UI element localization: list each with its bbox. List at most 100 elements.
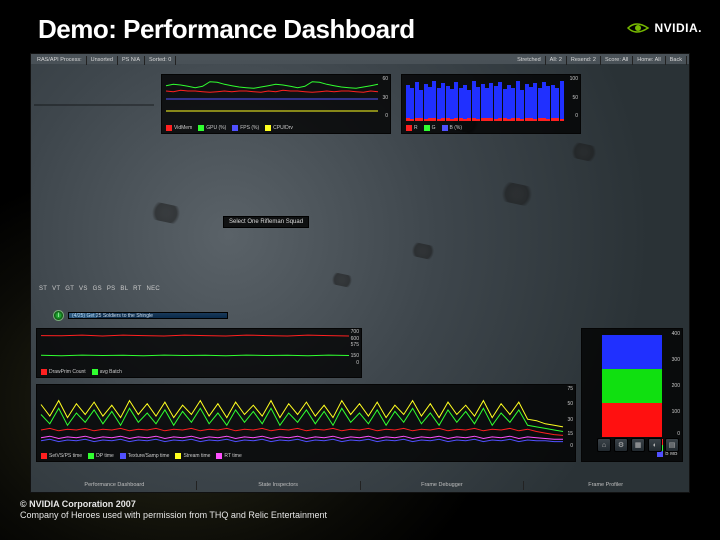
- legend-label: R: [414, 125, 418, 131]
- ytick: 0: [356, 360, 359, 366]
- bar: [516, 81, 520, 121]
- topbar-item[interactable]: PS N/A: [118, 56, 145, 65]
- ytick: 30: [382, 95, 388, 101]
- swatch-icon: [175, 453, 181, 459]
- topbar-item[interactable]: All: 2: [546, 56, 567, 65]
- bar: [424, 84, 428, 121]
- chart-lines: [37, 329, 363, 367]
- attribution: Company of Heroes used with permission f…: [20, 510, 327, 522]
- bar: [450, 89, 454, 121]
- bar: [472, 81, 476, 121]
- ytick: 60: [382, 76, 388, 82]
- bar: [441, 118, 445, 121]
- nvidia-eye-icon: [626, 20, 650, 36]
- perf-panel-vidmem: 60 30 0 VidMem GPU (%) FPS (%) CPU/Drv: [161, 74, 391, 134]
- red-bar: [602, 403, 662, 437]
- bottom-tab[interactable]: Frame Profiler: [524, 481, 687, 490]
- legend-item: VidMem: [166, 125, 192, 131]
- bar: [503, 118, 507, 121]
- legend: RGB (%): [406, 125, 462, 131]
- bar: [489, 83, 493, 121]
- nvidia-logo-text: NVIDIA.: [654, 21, 702, 35]
- bar: [546, 119, 550, 121]
- ytick: 700: [351, 329, 359, 335]
- bar: [529, 118, 533, 121]
- bar: [533, 119, 537, 121]
- stage-tabs[interactable]: ST VT GT VS GS PS BL RT NEC: [39, 286, 160, 292]
- hud-icon[interactable]: ⚙: [614, 438, 628, 452]
- topbar-item[interactable]: Resend: 2: [567, 56, 601, 65]
- bottom-tab[interactable]: Frame Debugger: [361, 481, 525, 490]
- ytick: 0: [575, 113, 578, 119]
- bottom-tab[interactable]: Performance Dashboard: [33, 481, 197, 490]
- bar: [551, 85, 555, 121]
- perf-panel-timings: 75 50 30 15 0 SetVS/PS timeDP timeTextur…: [36, 384, 576, 462]
- ytick: 150: [351, 353, 359, 359]
- topbar-item[interactable]: Sorted: 0: [145, 56, 176, 65]
- dashboard-topbar: RAS/API Process: Unsorted PS N/A Sorted:…: [33, 56, 687, 65]
- ytick: 0: [385, 113, 388, 119]
- bar: [472, 118, 476, 121]
- bar: [520, 119, 524, 121]
- hud-icon[interactable]: ◐: [648, 438, 662, 452]
- swatch-icon: [88, 453, 94, 459]
- hud-icon[interactable]: ⌂: [597, 438, 611, 452]
- legend-label: Stream time: [183, 453, 210, 459]
- swatch-icon: [232, 125, 238, 131]
- bottom-tab[interactable]: State Inspectors: [197, 481, 361, 490]
- bar: [498, 82, 502, 121]
- objective-badge-icon[interactable]: I: [53, 310, 64, 321]
- hud-icon[interactable]: ▦: [631, 438, 645, 452]
- objective-text[interactable]: (4/25) Get 25 Soldiers to the Shingle: [68, 312, 228, 319]
- legend-label: G: [432, 125, 436, 131]
- swatch-icon: [216, 453, 222, 459]
- bar: [437, 119, 441, 121]
- unit-tooltip: Select One Rifleman Squad: [223, 216, 309, 228]
- legend-label: FPS (%): [240, 125, 259, 131]
- objective-row: I (4/25) Get 25 Soldiers to the Shingle: [53, 310, 228, 321]
- ytick: 300: [672, 357, 680, 363]
- slide-footer: © NVIDIA Corporation 2007 Company of Her…: [20, 499, 327, 522]
- bar: [428, 87, 432, 121]
- slide-title: Demo: Performance Dashboard: [38, 14, 415, 45]
- legend-item: G: [424, 125, 436, 131]
- bar: [415, 82, 419, 121]
- topbar-item[interactable]: Stretched: [513, 56, 546, 65]
- chart-lines: [37, 385, 577, 451]
- legend-item: DP time: [88, 453, 114, 459]
- topbar-item[interactable]: RAS/API Process:: [33, 56, 87, 65]
- bar: [476, 87, 480, 121]
- bar: [419, 90, 423, 121]
- bar: [538, 88, 542, 121]
- ytick: 0: [570, 443, 573, 449]
- legend-label: DrawPrim Count: [49, 369, 86, 375]
- swatch-icon: [265, 125, 271, 131]
- bar: [481, 84, 485, 121]
- bar: [551, 118, 555, 121]
- ytick: 400: [672, 331, 680, 337]
- legend-label: DP time: [96, 453, 114, 459]
- bar: [560, 81, 564, 121]
- rgb-stack: [602, 335, 662, 437]
- bar: [410, 119, 414, 121]
- legend-item: GPU (%): [198, 125, 226, 131]
- bar: [463, 119, 467, 121]
- legend-item: Stream time: [175, 453, 210, 459]
- legend-item: avg Batch: [92, 369, 122, 375]
- swatch-icon: [442, 125, 448, 131]
- green-bar: [602, 369, 662, 403]
- blue-bar: [602, 335, 662, 369]
- bar: [494, 119, 498, 121]
- bar: [410, 88, 414, 121]
- hud-icon[interactable]: ▤: [665, 438, 679, 452]
- legend-label: CPU/Drv: [273, 125, 293, 131]
- game-hud-icons: ⌂ ⚙ ▦ ◐ ▤: [597, 438, 679, 452]
- topbar-item[interactable]: Unsorted: [87, 56, 118, 65]
- bar: [424, 119, 428, 121]
- topbar-item[interactable]: Home: All: [633, 56, 666, 65]
- bar: [511, 118, 515, 121]
- bar: [546, 86, 550, 121]
- legend-label: GPU (%): [206, 125, 226, 131]
- topbar-item[interactable]: Back: [666, 56, 687, 65]
- topbar-item[interactable]: Score: All: [601, 56, 633, 65]
